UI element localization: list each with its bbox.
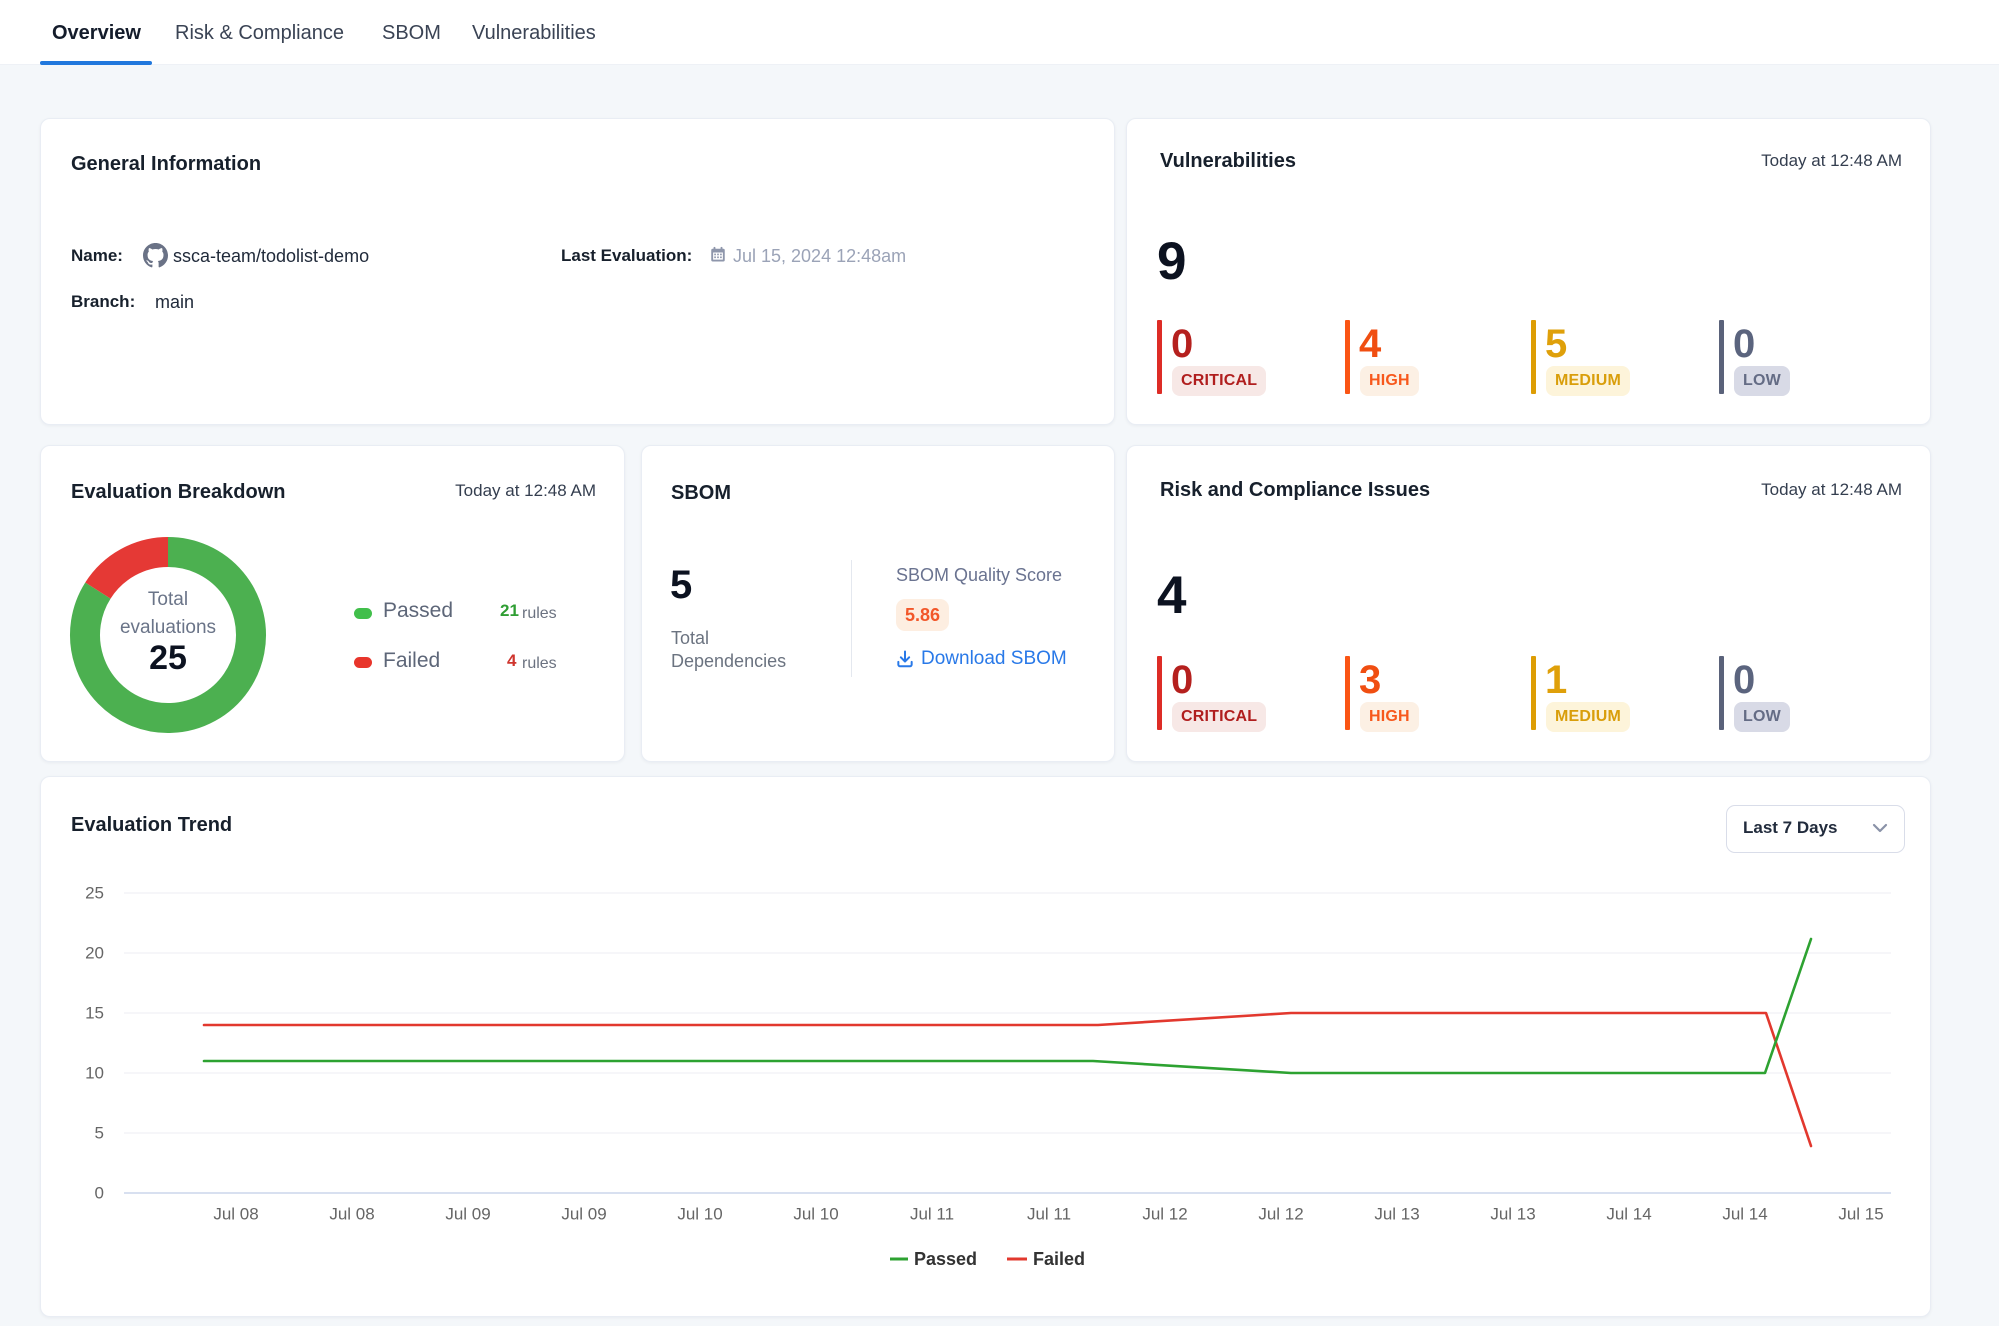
svg-text:Jul 12: Jul 12 bbox=[1142, 1205, 1187, 1224]
svg-text:Jul 12: Jul 12 bbox=[1258, 1205, 1303, 1224]
svg-text:Jul 09: Jul 09 bbox=[445, 1205, 490, 1224]
svg-text:0: 0 bbox=[95, 1184, 104, 1203]
svg-text:Failed: Failed bbox=[1033, 1249, 1085, 1269]
svg-text:Jul 15: Jul 15 bbox=[1838, 1205, 1883, 1224]
svg-text:Jul 10: Jul 10 bbox=[677, 1205, 722, 1224]
svg-text:10: 10 bbox=[85, 1064, 104, 1083]
svg-text:20: 20 bbox=[85, 944, 104, 963]
svg-text:Jul 13: Jul 13 bbox=[1490, 1205, 1535, 1224]
svg-text:Jul 10: Jul 10 bbox=[793, 1205, 838, 1224]
svg-text:25: 25 bbox=[85, 884, 104, 903]
svg-text:Jul 14: Jul 14 bbox=[1606, 1205, 1651, 1224]
svg-text:15: 15 bbox=[85, 1004, 104, 1023]
svg-text:Jul 14: Jul 14 bbox=[1722, 1205, 1767, 1224]
svg-text:Passed: Passed bbox=[914, 1249, 977, 1269]
svg-text:Jul 08: Jul 08 bbox=[329, 1205, 374, 1224]
svg-text:Jul 13: Jul 13 bbox=[1374, 1205, 1419, 1224]
svg-text:Jul 11: Jul 11 bbox=[910, 1205, 954, 1224]
svg-text:5: 5 bbox=[95, 1124, 104, 1143]
svg-text:Jul 09: Jul 09 bbox=[561, 1205, 606, 1224]
svg-text:Jul 08: Jul 08 bbox=[213, 1205, 258, 1224]
svg-text:Jul 11: Jul 11 bbox=[1027, 1205, 1071, 1224]
